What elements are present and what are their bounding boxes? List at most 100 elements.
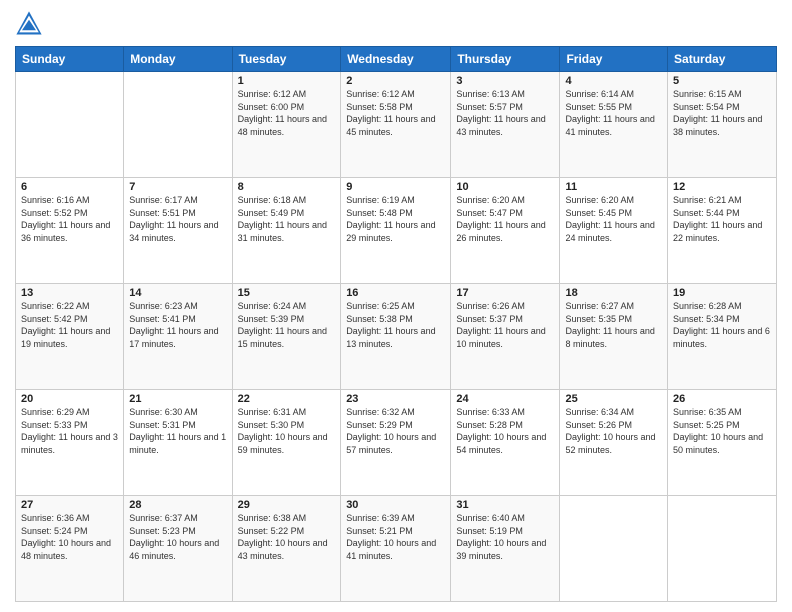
day-number: 21 [129,393,226,405]
day-info: Sunrise: 6:30 AM Sunset: 5:31 PM Dayligh… [129,406,226,456]
day-info: Sunrise: 6:25 AM Sunset: 5:38 PM Dayligh… [346,300,445,350]
day-info: Sunrise: 6:20 AM Sunset: 5:45 PM Dayligh… [565,194,662,244]
day-number: 28 [129,499,226,511]
day-number: 26 [673,393,771,405]
day-number: 9 [346,181,445,193]
day-number: 3 [456,75,554,87]
day-info: Sunrise: 6:19 AM Sunset: 5:48 PM Dayligh… [346,194,445,244]
calendar-cell: 5Sunrise: 6:15 AM Sunset: 5:54 PM Daylig… [668,72,777,178]
day-number: 1 [238,75,336,87]
calendar-cell: 31Sunrise: 6:40 AM Sunset: 5:19 PM Dayli… [451,496,560,602]
calendar-cell: 3Sunrise: 6:13 AM Sunset: 5:57 PM Daylig… [451,72,560,178]
calendar-cell [16,72,124,178]
calendar-week-4: 20Sunrise: 6:29 AM Sunset: 5:33 PM Dayli… [16,390,777,496]
day-info: Sunrise: 6:24 AM Sunset: 5:39 PM Dayligh… [238,300,336,350]
day-number: 23 [346,393,445,405]
day-info: Sunrise: 6:29 AM Sunset: 5:33 PM Dayligh… [21,406,118,456]
day-number: 18 [565,287,662,299]
day-number: 7 [129,181,226,193]
weekday-header-tuesday: Tuesday [232,47,341,72]
day-number: 15 [238,287,336,299]
logo [15,10,47,38]
day-info: Sunrise: 6:36 AM Sunset: 5:24 PM Dayligh… [21,512,118,562]
calendar-week-2: 6Sunrise: 6:16 AM Sunset: 5:52 PM Daylig… [16,178,777,284]
day-number: 29 [238,499,336,511]
day-number: 13 [21,287,118,299]
calendar-cell [560,496,668,602]
day-number: 25 [565,393,662,405]
calendar-cell: 29Sunrise: 6:38 AM Sunset: 5:22 PM Dayli… [232,496,341,602]
day-info: Sunrise: 6:18 AM Sunset: 5:49 PM Dayligh… [238,194,336,244]
weekday-header-saturday: Saturday [668,47,777,72]
calendar-table: SundayMondayTuesdayWednesdayThursdayFrid… [15,46,777,602]
day-info: Sunrise: 6:33 AM Sunset: 5:28 PM Dayligh… [456,406,554,456]
calendar-cell: 13Sunrise: 6:22 AM Sunset: 5:42 PM Dayli… [16,284,124,390]
day-number: 31 [456,499,554,511]
day-number: 8 [238,181,336,193]
weekday-header-thursday: Thursday [451,47,560,72]
page: SundayMondayTuesdayWednesdayThursdayFrid… [0,0,792,612]
day-number: 5 [673,75,771,87]
day-info: Sunrise: 6:38 AM Sunset: 5:22 PM Dayligh… [238,512,336,562]
weekday-header-row: SundayMondayTuesdayWednesdayThursdayFrid… [16,47,777,72]
day-info: Sunrise: 6:35 AM Sunset: 5:25 PM Dayligh… [673,406,771,456]
calendar-cell: 15Sunrise: 6:24 AM Sunset: 5:39 PM Dayli… [232,284,341,390]
calendar-cell: 9Sunrise: 6:19 AM Sunset: 5:48 PM Daylig… [341,178,451,284]
calendar-week-1: 1Sunrise: 6:12 AM Sunset: 6:00 PM Daylig… [16,72,777,178]
calendar-cell: 8Sunrise: 6:18 AM Sunset: 5:49 PM Daylig… [232,178,341,284]
day-number: 14 [129,287,226,299]
day-info: Sunrise: 6:39 AM Sunset: 5:21 PM Dayligh… [346,512,445,562]
day-info: Sunrise: 6:12 AM Sunset: 5:58 PM Dayligh… [346,88,445,138]
day-info: Sunrise: 6:14 AM Sunset: 5:55 PM Dayligh… [565,88,662,138]
calendar-cell [668,496,777,602]
day-number: 17 [456,287,554,299]
calendar-cell: 1Sunrise: 6:12 AM Sunset: 6:00 PM Daylig… [232,72,341,178]
day-info: Sunrise: 6:26 AM Sunset: 5:37 PM Dayligh… [456,300,554,350]
day-number: 6 [21,181,118,193]
calendar-cell: 24Sunrise: 6:33 AM Sunset: 5:28 PM Dayli… [451,390,560,496]
calendar-cell: 26Sunrise: 6:35 AM Sunset: 5:25 PM Dayli… [668,390,777,496]
calendar-week-3: 13Sunrise: 6:22 AM Sunset: 5:42 PM Dayli… [16,284,777,390]
day-info: Sunrise: 6:22 AM Sunset: 5:42 PM Dayligh… [21,300,118,350]
calendar-cell: 2Sunrise: 6:12 AM Sunset: 5:58 PM Daylig… [341,72,451,178]
calendar-cell: 18Sunrise: 6:27 AM Sunset: 5:35 PM Dayli… [560,284,668,390]
calendar-cell: 25Sunrise: 6:34 AM Sunset: 5:26 PM Dayli… [560,390,668,496]
calendar-cell: 10Sunrise: 6:20 AM Sunset: 5:47 PM Dayli… [451,178,560,284]
calendar-cell: 17Sunrise: 6:26 AM Sunset: 5:37 PM Dayli… [451,284,560,390]
day-info: Sunrise: 6:15 AM Sunset: 5:54 PM Dayligh… [673,88,771,138]
calendar-cell: 16Sunrise: 6:25 AM Sunset: 5:38 PM Dayli… [341,284,451,390]
calendar-cell: 20Sunrise: 6:29 AM Sunset: 5:33 PM Dayli… [16,390,124,496]
logo-icon [15,10,43,38]
calendar-cell: 21Sunrise: 6:30 AM Sunset: 5:31 PM Dayli… [124,390,232,496]
day-number: 24 [456,393,554,405]
calendar-cell: 4Sunrise: 6:14 AM Sunset: 5:55 PM Daylig… [560,72,668,178]
day-info: Sunrise: 6:16 AM Sunset: 5:52 PM Dayligh… [21,194,118,244]
calendar-cell: 14Sunrise: 6:23 AM Sunset: 5:41 PM Dayli… [124,284,232,390]
day-info: Sunrise: 6:27 AM Sunset: 5:35 PM Dayligh… [565,300,662,350]
weekday-header-friday: Friday [560,47,668,72]
day-number: 11 [565,181,662,193]
day-number: 22 [238,393,336,405]
calendar-cell: 27Sunrise: 6:36 AM Sunset: 5:24 PM Dayli… [16,496,124,602]
weekday-header-wednesday: Wednesday [341,47,451,72]
day-number: 12 [673,181,771,193]
day-info: Sunrise: 6:17 AM Sunset: 5:51 PM Dayligh… [129,194,226,244]
day-info: Sunrise: 6:20 AM Sunset: 5:47 PM Dayligh… [456,194,554,244]
day-info: Sunrise: 6:34 AM Sunset: 5:26 PM Dayligh… [565,406,662,456]
day-info: Sunrise: 6:13 AM Sunset: 5:57 PM Dayligh… [456,88,554,138]
weekday-header-monday: Monday [124,47,232,72]
day-number: 16 [346,287,445,299]
calendar-cell: 19Sunrise: 6:28 AM Sunset: 5:34 PM Dayli… [668,284,777,390]
day-info: Sunrise: 6:28 AM Sunset: 5:34 PM Dayligh… [673,300,771,350]
day-info: Sunrise: 6:40 AM Sunset: 5:19 PM Dayligh… [456,512,554,562]
calendar-week-5: 27Sunrise: 6:36 AM Sunset: 5:24 PM Dayli… [16,496,777,602]
calendar-cell: 30Sunrise: 6:39 AM Sunset: 5:21 PM Dayli… [341,496,451,602]
calendar-cell: 12Sunrise: 6:21 AM Sunset: 5:44 PM Dayli… [668,178,777,284]
day-info: Sunrise: 6:32 AM Sunset: 5:29 PM Dayligh… [346,406,445,456]
day-number: 19 [673,287,771,299]
day-info: Sunrise: 6:12 AM Sunset: 6:00 PM Dayligh… [238,88,336,138]
calendar-cell: 7Sunrise: 6:17 AM Sunset: 5:51 PM Daylig… [124,178,232,284]
day-number: 10 [456,181,554,193]
calendar-cell: 6Sunrise: 6:16 AM Sunset: 5:52 PM Daylig… [16,178,124,284]
day-number: 4 [565,75,662,87]
